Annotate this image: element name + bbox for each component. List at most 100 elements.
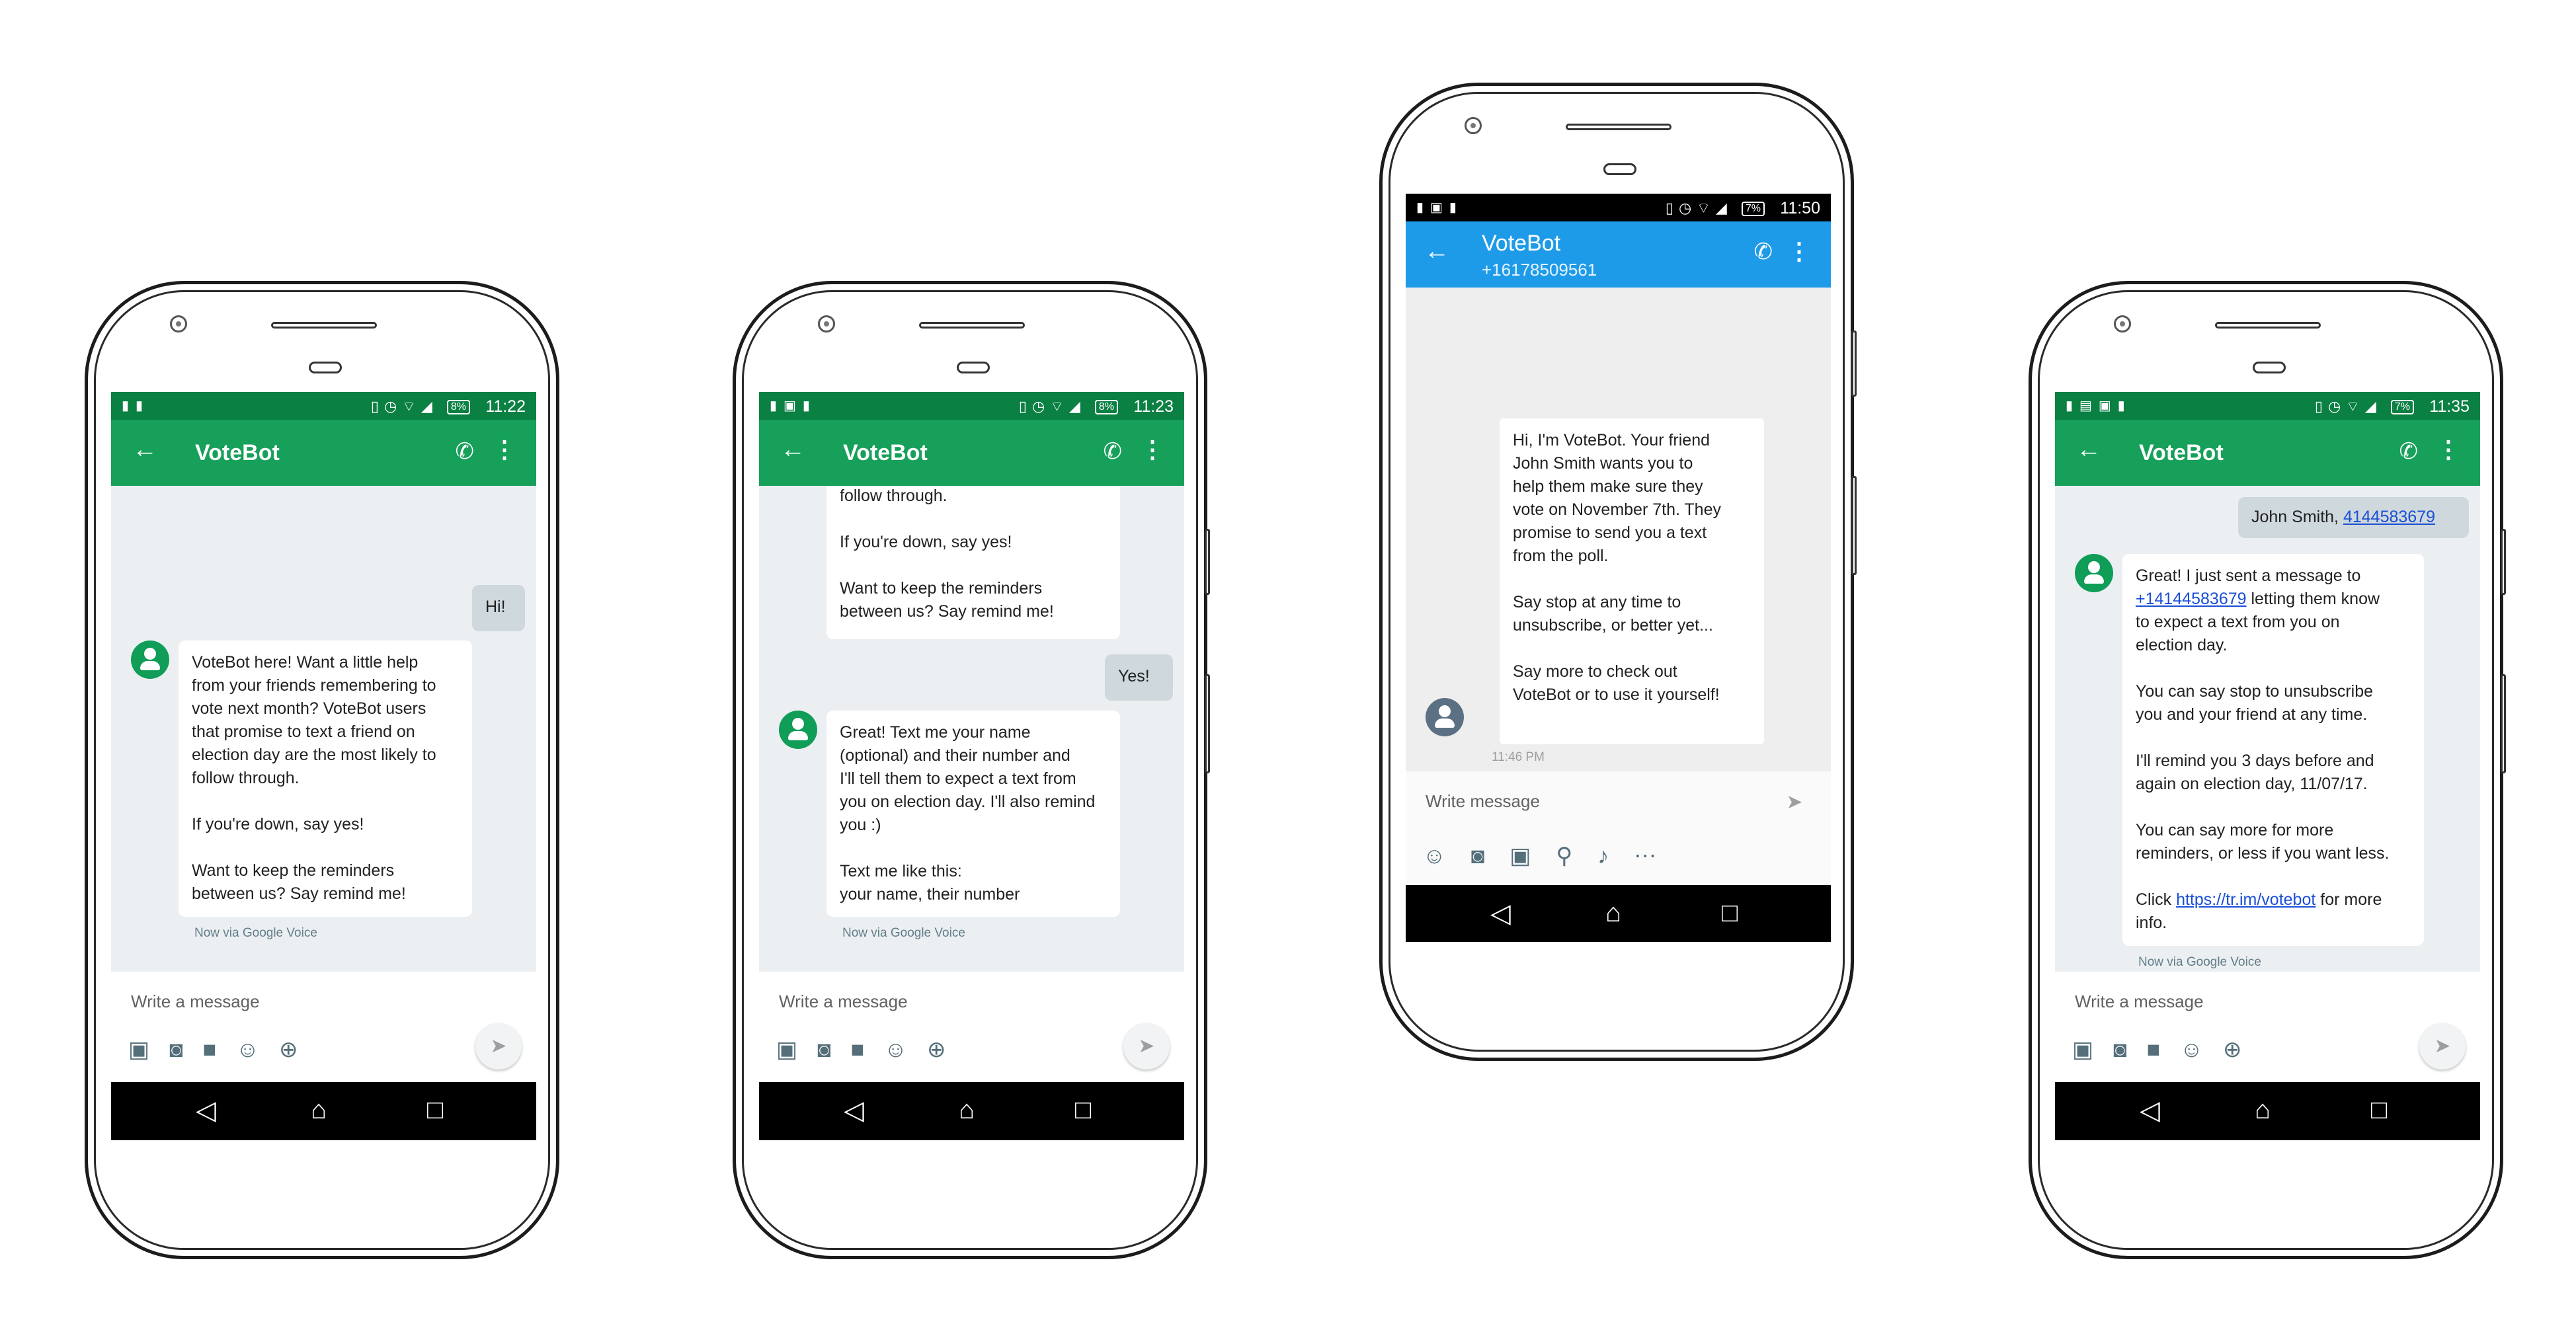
phone-number-link[interactable]: 4144583679	[2343, 508, 2435, 526]
camera-icon[interactable]: ◙	[1471, 843, 1510, 869]
outgoing-message: Hi!	[472, 585, 525, 631]
outgoing-message: John Smith, 4144583679	[2238, 497, 2469, 538]
nav-home-icon[interactable]: ⌂	[2255, 1095, 2271, 1125]
image-icon[interactable]: ▣	[2072, 1037, 2113, 1062]
location-icon[interactable]: ⊕	[2223, 1037, 2262, 1062]
more-vert-icon[interactable]: ⋮	[1787, 237, 1811, 265]
camera-icon[interactable]: ◙	[2113, 1037, 2147, 1062]
message-input[interactable]: Write a message	[2075, 992, 2204, 1012]
nav-home-icon[interactable]: ⌂	[311, 1095, 327, 1125]
sticker-icon[interactable]: ☺	[884, 1037, 927, 1062]
front-camera	[818, 315, 835, 332]
send-icon[interactable]: ➤	[475, 1023, 522, 1069]
nav-recents-icon[interactable]: □	[2371, 1095, 2387, 1125]
proximity-sensor	[1603, 163, 1636, 175]
location-icon[interactable]: ⚲	[1556, 843, 1597, 869]
video-icon[interactable]: ■	[851, 1037, 885, 1062]
attachment-toolbar: ▣◙■☺⊕	[128, 1036, 317, 1063]
video-icon[interactable]: ■	[2147, 1037, 2181, 1062]
more-vert-icon[interactable]: ⋮	[493, 436, 516, 463]
message-text: Great! I just sent a message to	[2136, 566, 2361, 585]
nav-back-icon[interactable]: ◁	[1490, 898, 1511, 929]
sticker-icon[interactable]: ☺	[236, 1037, 279, 1062]
location-icon[interactable]: ⊕	[279, 1037, 318, 1062]
mic-icon[interactable]: ♪	[1597, 843, 1634, 869]
image-icon[interactable]: ▣	[1509, 843, 1556, 869]
nav-recents-icon[interactable]: □	[1722, 898, 1738, 928]
nav-bar: ◁ ⌂ □	[1406, 885, 1831, 942]
message-text: letting them know to expect a text from …	[2136, 590, 2390, 909]
message-meta: Now via Google Voice	[842, 926, 965, 940]
incoming-message: Hi, I'm VoteBot. Your friend John Smith …	[1500, 418, 1764, 744]
status-time: 11:35	[2429, 397, 2470, 416]
compose-area: Write a message ▣◙■☺⊕ ➤	[111, 972, 536, 1082]
camera-icon[interactable]: ◙	[817, 1037, 851, 1062]
more-vert-icon[interactable]: ⋮	[1141, 436, 1164, 463]
more-options-icon[interactable]: ⋯	[1634, 843, 1681, 869]
message-list: John Smith, 4144583679 Great! I just sen…	[2055, 486, 2480, 972]
front-camera	[170, 315, 187, 332]
message-input[interactable]: Write a message	[779, 992, 908, 1012]
status-time: 11:50	[1780, 199, 1820, 217]
message-input[interactable]: Write message	[1426, 791, 1540, 812]
message-meta: Now via Google Voice	[194, 926, 317, 940]
incoming-message: VoteBot here! Want a little help from yo…	[179, 641, 472, 917]
camera-icon[interactable]: ◙	[169, 1037, 203, 1062]
nav-home-icon[interactable]: ⌂	[1605, 898, 1621, 928]
phone-icon[interactable]: ✆	[1754, 239, 1773, 265]
sticker-icon[interactable]: ☺	[2180, 1037, 2223, 1062]
side-button	[1205, 674, 1210, 773]
phone-icon[interactable]: ✆	[2399, 438, 2419, 465]
image-icon[interactable]: ▣	[128, 1037, 169, 1062]
nav-home-icon[interactable]: ⌂	[959, 1095, 975, 1125]
phone-number-link[interactable]: +14144583679	[2136, 590, 2247, 608]
avatar	[2075, 554, 2113, 592]
side-button	[1851, 330, 1857, 397]
status-time: 11:23	[1133, 397, 1174, 416]
message-list: follow through. If you're down, say yes!…	[759, 486, 1184, 972]
incoming-message: follow through. If you're down, say yes!…	[826, 486, 1120, 639]
earpiece-speaker	[919, 322, 1025, 329]
phone-3: ▮▣▮ ▯◷⌔◢ 7% 11:50 ← VoteBot +16178509561…	[1379, 83, 1857, 1061]
app-bar: ← VoteBot ✆ ⋮	[111, 420, 536, 486]
system-icons: ▯◷⌔◢ 7%	[1666, 199, 1765, 217]
phone-2: ▮▣▮ ▯◷⌔◢ 8% 11:23 ← VoteBot ✆ ⋮ follow t…	[733, 281, 1210, 1259]
back-arrow-icon[interactable]: ←	[2076, 436, 2101, 464]
proximity-sensor	[957, 362, 990, 373]
avatar	[779, 711, 817, 749]
proximity-sensor	[2253, 362, 2286, 373]
nav-recents-icon[interactable]: □	[427, 1095, 443, 1125]
contact-name: VoteBot	[843, 440, 928, 465]
image-icon[interactable]: ▣	[776, 1037, 817, 1062]
send-icon[interactable]: ➤	[2419, 1023, 2466, 1069]
send-icon[interactable]: ➤	[1123, 1023, 1170, 1069]
more-vert-icon[interactable]: ⋮	[2436, 436, 2460, 463]
phone-icon[interactable]: ✆	[456, 438, 475, 465]
nav-back-icon[interactable]: ◁	[2140, 1095, 2160, 1126]
incoming-message: Great! Text me your name (optional) and …	[826, 711, 1120, 917]
back-arrow-icon[interactable]: ←	[132, 436, 157, 464]
nav-back-icon[interactable]: ◁	[844, 1095, 864, 1126]
front-camera	[2114, 315, 2131, 332]
avatar	[1426, 698, 1464, 736]
phone-4: ▮▤▣▮ ▯◷⌔◢ 7% 11:35 ← VoteBot ✆ ⋮ John Sm…	[2029, 281, 2506, 1259]
screen: ▮▤▣▮ ▯◷⌔◢ 7% 11:35 ← VoteBot ✆ ⋮ John Sm…	[2055, 392, 2480, 1140]
message-meta: 11:46 PM	[1492, 750, 1545, 764]
phone-icon[interactable]: ✆	[1104, 438, 1123, 465]
status-bar: ▮▮ ▯◷⌔◢ 8% 11:22	[111, 392, 536, 420]
back-arrow-icon[interactable]: ←	[780, 436, 805, 464]
back-arrow-icon[interactable]: ←	[1424, 237, 1449, 266]
url-link[interactable]: https://tr.im/votebot	[2176, 890, 2315, 909]
nav-back-icon[interactable]: ◁	[196, 1095, 216, 1126]
send-icon[interactable]: ➤	[1771, 779, 1818, 826]
side-button	[1851, 476, 1857, 575]
outgoing-text: John Smith,	[2251, 508, 2343, 526]
nav-bar: ◁ ⌂ □	[759, 1082, 1184, 1140]
nav-recents-icon[interactable]: □	[1075, 1095, 1091, 1125]
video-icon[interactable]: ■	[203, 1037, 237, 1062]
message-input[interactable]: Write a message	[131, 992, 260, 1012]
location-icon[interactable]: ⊕	[927, 1037, 966, 1062]
nav-bar: ◁ ⌂ □	[111, 1082, 536, 1140]
sticker-icon[interactable]: ☺	[1423, 843, 1471, 869]
status-time: 11:22	[485, 397, 526, 416]
